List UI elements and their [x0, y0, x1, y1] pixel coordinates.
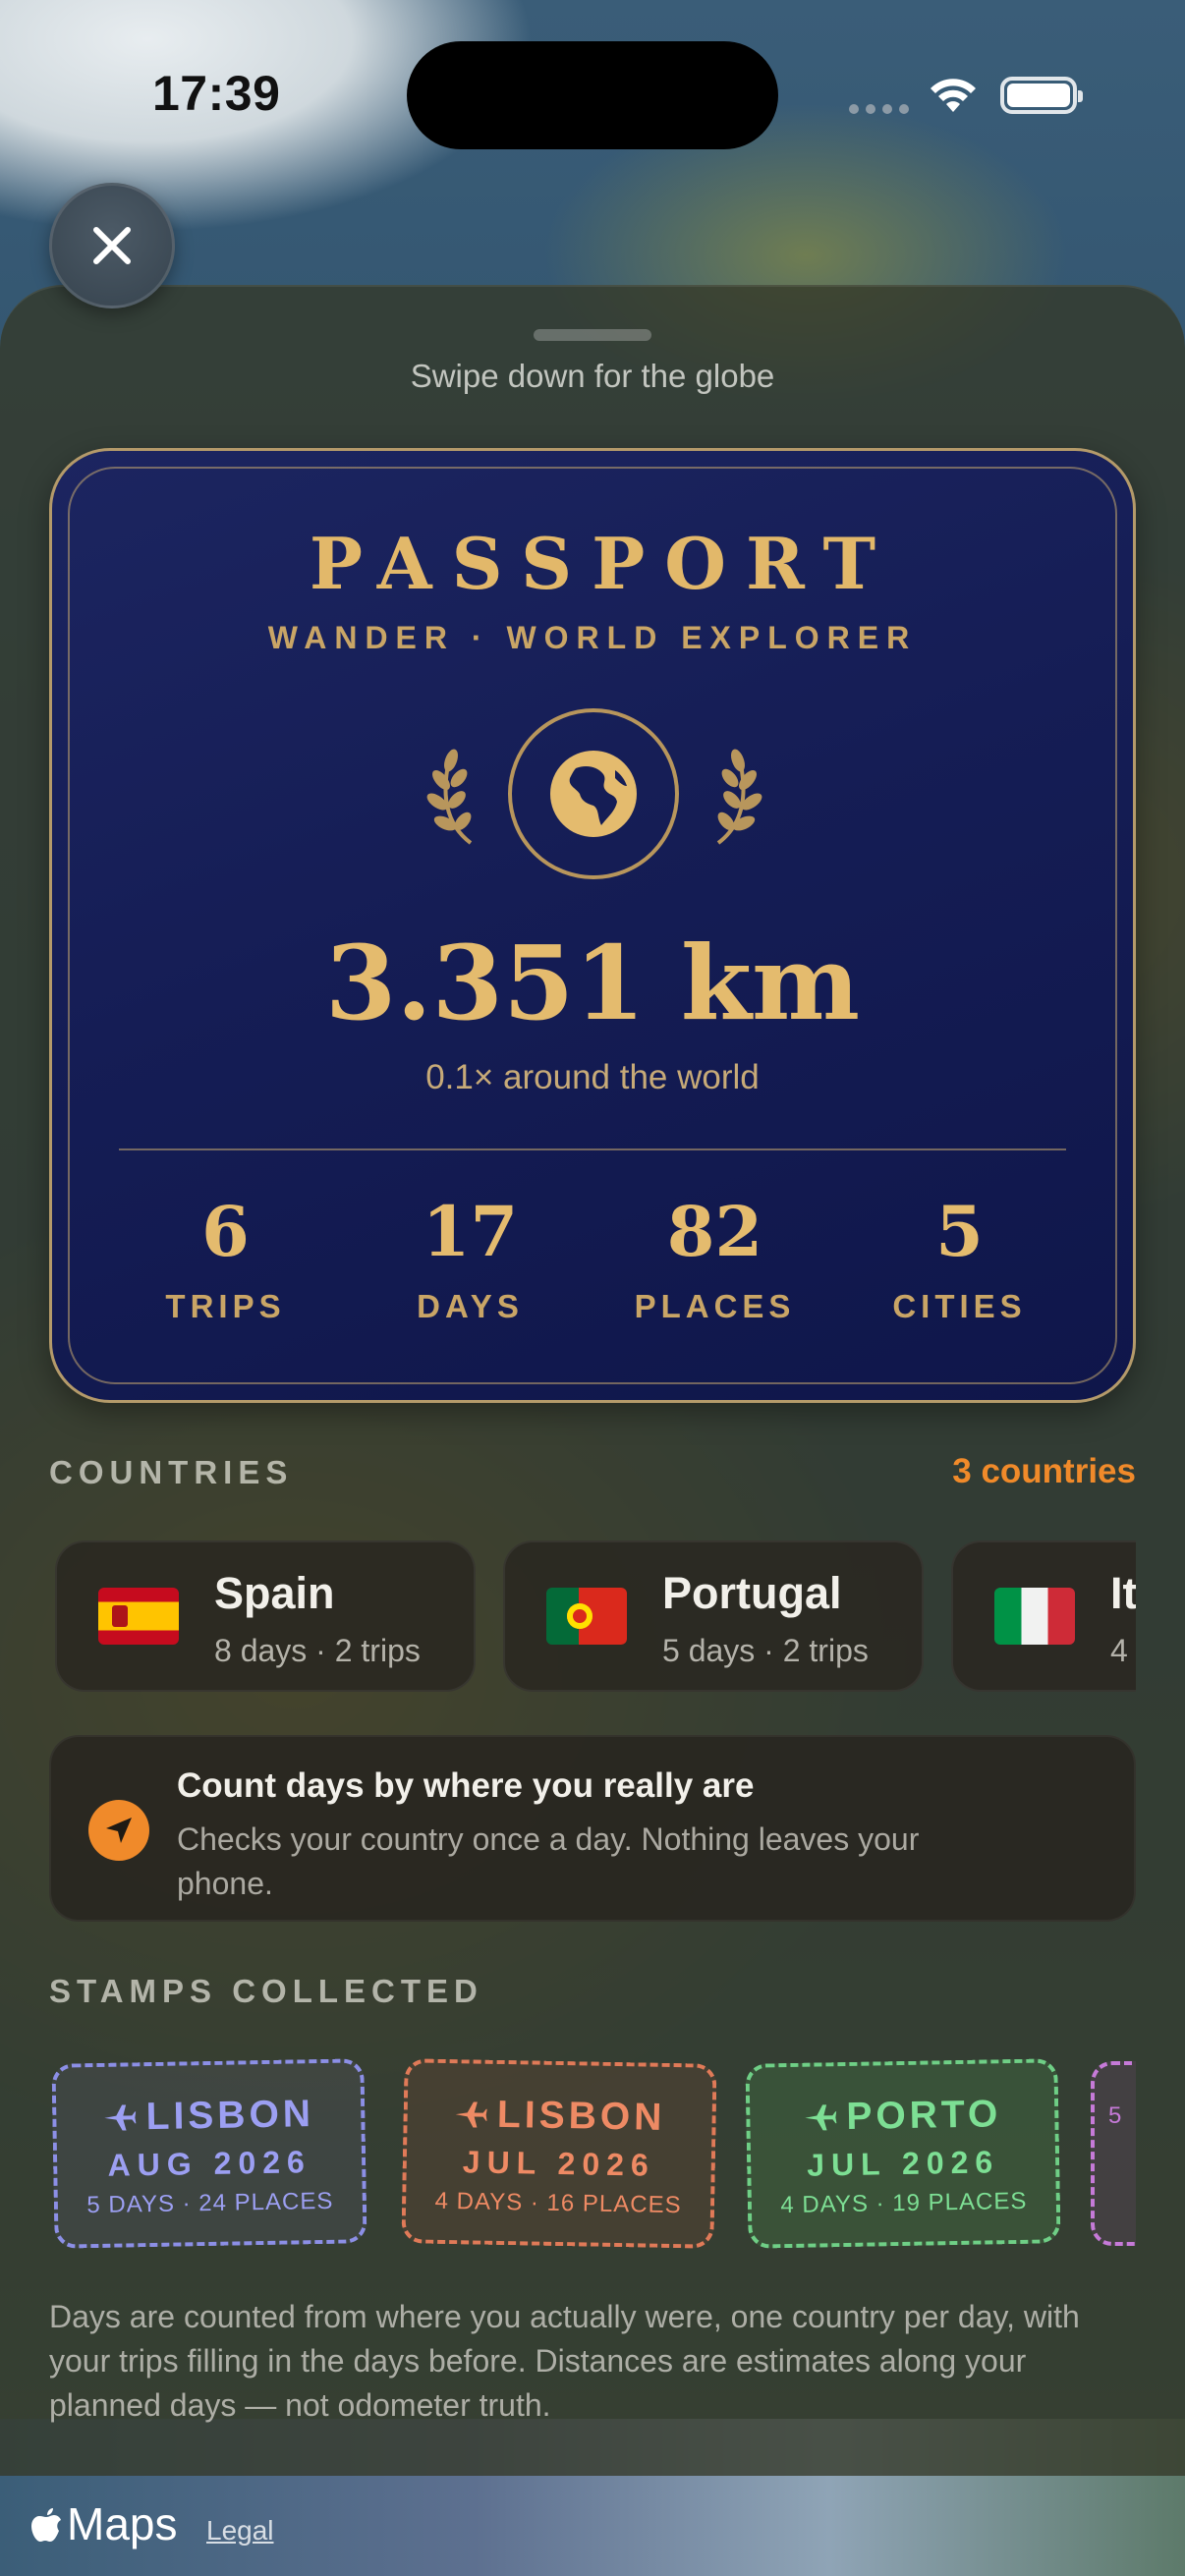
legal-link[interactable]: Legal [206, 2515, 274, 2547]
globe-icon [550, 751, 637, 837]
country-name: Spain [214, 1568, 335, 1618]
location-card-title: Count days by where you really are [177, 1766, 755, 1805]
location-card-body: Checks your country once a day. Nothing … [177, 1821, 920, 1901]
stat-label: CITIES [892, 1288, 1027, 1324]
stamp-date: AUG 2026 [107, 2144, 312, 2183]
stat-value: 6 [201, 1191, 250, 1272]
country-detail: 8 days · 2 trips [214, 1633, 421, 1668]
sheet-hint: Swipe down for the globe [410, 358, 775, 394]
stat-value: 17 [422, 1191, 519, 1272]
stamp-city: LISBON [496, 2093, 666, 2139]
around-world-ratio: 0.1× around the world [425, 1058, 760, 1096]
stat-days: 17 DAYS [348, 1198, 592, 1325]
stamp-meta: 5 DAYS · 24 PLACES [86, 2187, 334, 2219]
stat-value: 82 [666, 1191, 763, 1272]
status-time: 17:39 [152, 66, 281, 121]
stat-trips: 6 TRIPS [103, 1198, 348, 1325]
stamp-lisbon-jul[interactable]: LISBON JUL 2026 4 DAYS · 16 PLACES [401, 2058, 717, 2249]
laurel-right-icon [716, 749, 762, 845]
wifi-icon [931, 79, 976, 112]
cellular-signal-icon [849, 104, 909, 114]
stamp-city-row: PORTO [750, 2092, 1055, 2140]
country-name: It [1110, 1568, 1136, 1618]
stat-places: 82 PLACES [592, 1198, 837, 1325]
stat-value: 5 [935, 1191, 984, 1272]
stat-label: TRIPS [165, 1288, 286, 1324]
stamp-city-row: LISBON [407, 2092, 712, 2140]
italy-flag-icon [994, 1588, 1075, 1645]
stamp-meta: 5 [1108, 2102, 1123, 2129]
country-detail: 5 days · 2 trips [662, 1633, 869, 1668]
location-tracking-card[interactable]: Count days by where you really are Check… [49, 1735, 1136, 1922]
spain-flag-icon [98, 1588, 179, 1645]
portugal-flag-icon [546, 1588, 627, 1645]
dynamic-island [407, 41, 778, 149]
airplane-icon [805, 2104, 837, 2131]
stat-label: DAYS [417, 1288, 524, 1324]
stamp-meta: 4 DAYS · 19 PLACES [780, 2187, 1028, 2219]
passport-stats: 6 TRIPS 17 DAYS 82 PLACES 5 CITIES [103, 1198, 1082, 1325]
country-detail: 4 [1110, 1633, 1128, 1668]
country-name: Portugal [662, 1568, 842, 1618]
airplane-icon [456, 2101, 488, 2128]
stamp-partial[interactable]: 5 [1091, 2061, 1136, 2246]
passport-emblem [508, 708, 679, 879]
footnote: Days are counted from where you actually… [49, 2299, 1080, 2423]
location-arrow-icon [88, 1800, 149, 1861]
close-icon [93, 227, 131, 264]
stat-label: PLACES [634, 1288, 796, 1324]
countries-count[interactable]: 3 countries [952, 1452, 1136, 1491]
stamp-city: PORTO [845, 2093, 1002, 2138]
apple-logo-icon [31, 2508, 61, 2542]
passport-divider [119, 1148, 1066, 1150]
passport-subtitle: WANDER · WORLD EXPLORER [267, 620, 918, 655]
stamp-city-row: LISBON [56, 2092, 362, 2140]
stamp-porto-jul[interactable]: PORTO JUL 2026 4 DAYS · 19 PLACES [745, 2058, 1061, 2249]
stamps-carousel[interactable]: LISBON AUG 2026 5 DAYS · 24 PLACES LISBO… [49, 2047, 1136, 2264]
stamps-section-title: STAMPS COLLECTED [49, 1973, 483, 2009]
airplane-icon [104, 2104, 137, 2131]
total-distance: 3.351 km [325, 923, 860, 1043]
maps-wordmark: Maps [67, 2498, 178, 2549]
passport-card: PASSPORT WANDER · WORLD EXPLORER 3.351 k… [49, 448, 1136, 1403]
stat-cities: 5 CITIES [837, 1198, 1082, 1325]
country-card-italy[interactable]: It 4 [951, 1540, 1136, 1692]
stamp-date: JUL 2026 [462, 2144, 656, 2183]
stamp-meta: 4 DAYS · 16 PLACES [434, 2187, 682, 2219]
countries-section-title: COUNTRIES [49, 1454, 294, 1490]
stamp-city: LISBON [145, 2093, 315, 2139]
passport-title: PASSPORT [309, 522, 896, 605]
stamp-lisbon-aug[interactable]: LISBON AUG 2026 5 DAYS · 24 PLACES [51, 2058, 367, 2249]
apple-maps-logo: Maps [29, 2497, 177, 2550]
country-card-spain[interactable]: Spain 8 days · 2 trips [55, 1540, 476, 1692]
countries-carousel[interactable]: Spain 8 days · 2 trips Portugal 5 days ·… [55, 1540, 1136, 1692]
laurel-left-icon [426, 749, 473, 845]
sheet-grabber[interactable] [534, 329, 651, 341]
battery-icon [1000, 77, 1083, 114]
country-card-portugal[interactable]: Portugal 5 days · 2 trips [503, 1540, 924, 1692]
stamp-date: JUL 2026 [806, 2144, 1000, 2183]
close-button[interactable] [49, 183, 175, 308]
